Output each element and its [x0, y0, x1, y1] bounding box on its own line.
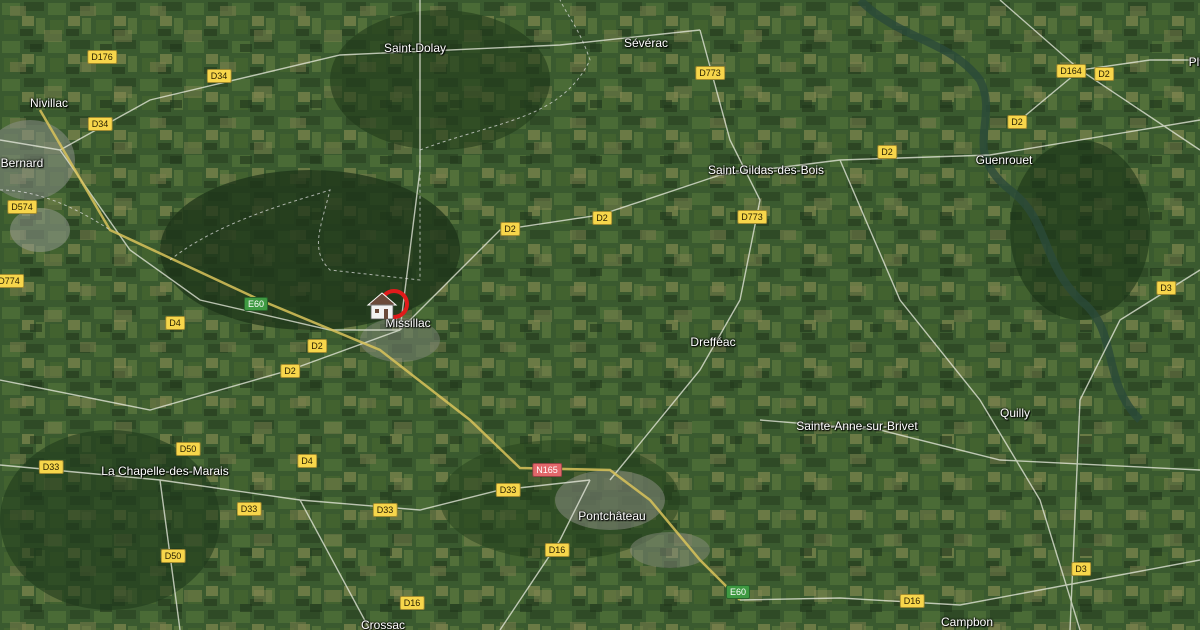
road-shield-d33: D33: [495, 483, 521, 497]
road-shield-d2: D2: [1094, 67, 1114, 81]
road-shield-d2: D2: [877, 145, 897, 159]
road-shield-d3: D3: [1071, 562, 1091, 576]
road-shield-d34: D34: [87, 117, 113, 131]
road-shield-d2: D2: [1007, 115, 1027, 129]
place-label-saint-dolay: Saint-Dolay: [383, 41, 447, 55]
road-shield-d773: D773: [737, 210, 767, 224]
place-label-dreffeac: Drefféac: [690, 335, 736, 349]
road-shield-d2: D2: [592, 211, 612, 225]
place-label-crossac: Crossac: [360, 618, 406, 630]
road-shield-d16: D16: [399, 596, 425, 610]
place-label-campbon: Campbon: [940, 615, 994, 629]
road-shield-d176: D176: [87, 50, 117, 64]
place-label-sainte-anne-sur-brivet: Sainte-Anne-sur-Brivet: [796, 419, 918, 433]
place-label-partial: Pl: [1188, 55, 1200, 69]
road-shield-d33: D33: [372, 503, 398, 517]
place-label-la-chapelle-des-marais: La Chapelle-des-Marais: [101, 464, 229, 478]
road-shield-d773: D773: [695, 66, 725, 80]
road-shield-e60: E60: [725, 585, 751, 599]
place-label-bernard: Bernard: [0, 156, 44, 170]
map-imagery: [0, 0, 1200, 630]
place-label-severac: Sévérac: [623, 36, 669, 50]
house-location-marker-icon[interactable]: [366, 285, 410, 325]
road-shield-d2: D2: [500, 222, 520, 236]
road-shield-d16: D16: [899, 594, 925, 608]
road-shield-d50: D50: [160, 549, 186, 563]
road-shield-d164: D164: [1056, 64, 1086, 78]
road-shield-d33: D33: [38, 460, 64, 474]
road-shield-n165: N165: [532, 463, 562, 477]
road-shield-d33: D33: [236, 502, 262, 516]
road-shield-d16: D16: [544, 543, 570, 557]
place-label-guenrouet: Guenrouet: [975, 153, 1033, 167]
road-shield-d4: D4: [165, 316, 185, 330]
place-label-quilly: Quilly: [999, 406, 1031, 420]
road-shield-d2: D2: [307, 339, 327, 353]
place-label-saint-gildas-des-bois: Saint-Gildas-des-Bois: [707, 163, 825, 177]
road-shield-d574: D574: [7, 200, 37, 214]
place-label-nivillac: Nivillac: [29, 96, 69, 110]
road-shield-d774: D774: [0, 274, 24, 288]
road-shield-d2: D2: [280, 364, 300, 378]
road-shield-d34: D34: [206, 69, 232, 83]
satellite-map[interactable]: Saint-Dolay Sévérac Nivillac Bernard Sai…: [0, 0, 1200, 630]
road-shield-d4: D4: [297, 454, 317, 468]
place-label-pontchateau: Pontchâteau: [578, 509, 646, 523]
road-shield-d50: D50: [175, 442, 201, 456]
road-shield-e60: E60: [243, 297, 269, 311]
road-shield-d3: D3: [1156, 281, 1176, 295]
